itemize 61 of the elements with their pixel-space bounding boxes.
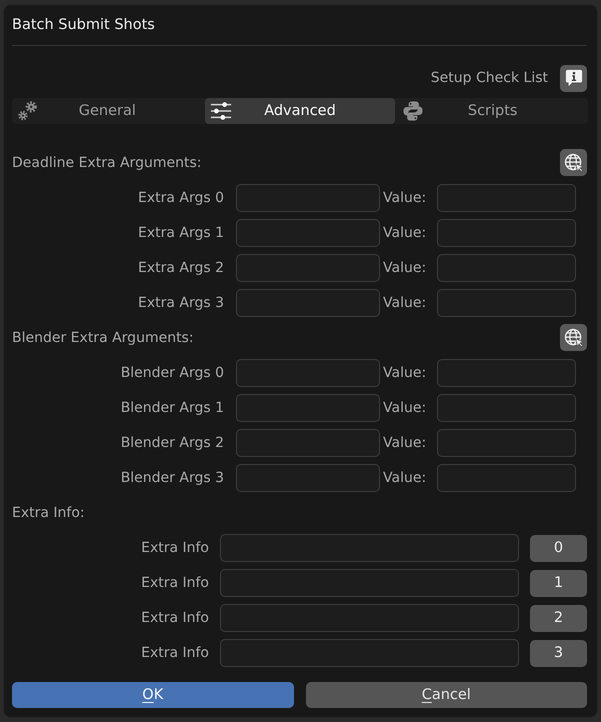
sliders-icon xyxy=(210,100,232,122)
input-field[interactable] xyxy=(236,394,380,422)
field-label: Blender Args 1 xyxy=(120,400,224,416)
input-field[interactable] xyxy=(437,254,576,282)
field-label: Extra Info xyxy=(141,575,209,591)
section-title: Deadline Extra Arguments: xyxy=(12,154,202,170)
input-field[interactable] xyxy=(220,534,519,562)
value-label: Value: xyxy=(383,400,426,416)
value-label: Value: xyxy=(383,260,426,276)
input-field[interactable] xyxy=(236,289,380,317)
value-label: Value: xyxy=(383,365,426,381)
field-label: Extra Info xyxy=(141,540,209,556)
index-button[interactable]: 1 xyxy=(530,570,587,596)
section-title: Blender Extra Arguments: xyxy=(12,330,194,346)
gears-icon xyxy=(17,100,39,122)
setup-check-label: Setup Check List xyxy=(430,70,548,86)
input-field[interactable] xyxy=(437,429,576,457)
ok-button[interactable]: OK xyxy=(12,682,294,708)
input-field[interactable] xyxy=(220,569,519,597)
globe-button[interactable] xyxy=(560,149,587,176)
value-label: Value: xyxy=(383,470,426,486)
tab[interactable]: Advanced xyxy=(204,98,396,124)
value-label: Value: xyxy=(383,190,426,206)
value-label: Value: xyxy=(383,295,426,311)
field-label: Blender Args 0 xyxy=(120,365,224,381)
window-title: Batch Submit Shots xyxy=(12,16,155,34)
field-label: Extra Info xyxy=(141,610,209,626)
index-button[interactable]: 0 xyxy=(530,534,587,562)
field-label: Blender Args 2 xyxy=(120,435,224,451)
field-label: Blender Args 3 xyxy=(120,470,224,486)
input-field[interactable] xyxy=(437,184,576,212)
input-field[interactable] xyxy=(437,464,576,492)
field-label: Extra Info xyxy=(141,645,209,661)
field-label: Extra Args 3 xyxy=(138,295,224,311)
input-field[interactable] xyxy=(236,219,380,247)
globe-cursor-icon xyxy=(564,328,584,348)
input-field[interactable] xyxy=(437,219,576,247)
input-field[interactable] xyxy=(437,394,576,422)
input-field[interactable] xyxy=(236,359,380,387)
field-label: Extra Args 0 xyxy=(138,190,224,206)
field-label: Extra Args 2 xyxy=(138,260,224,276)
info-button[interactable] xyxy=(560,64,587,92)
index-button[interactable]: 3 xyxy=(530,640,587,666)
globe-cursor-icon xyxy=(564,152,584,172)
input-field[interactable] xyxy=(220,604,519,632)
value-label: Value: xyxy=(383,225,426,241)
input-field[interactable] xyxy=(236,429,380,457)
input-field[interactable] xyxy=(236,464,380,492)
value-label: Value: xyxy=(383,435,426,451)
input-field[interactable] xyxy=(220,639,519,667)
input-field[interactable] xyxy=(437,359,576,387)
input-field[interactable] xyxy=(236,184,380,212)
globe-button[interactable] xyxy=(560,324,587,351)
field-label: Extra Args 1 xyxy=(138,225,224,241)
input-field[interactable] xyxy=(437,289,576,317)
input-field[interactable] xyxy=(236,254,380,282)
index-button[interactable]: 2 xyxy=(530,604,587,632)
info-icon xyxy=(564,69,582,87)
snake-icon xyxy=(402,100,424,122)
section-title: Extra Info: xyxy=(12,504,85,520)
cancel-button[interactable]: Cancel xyxy=(306,682,587,708)
